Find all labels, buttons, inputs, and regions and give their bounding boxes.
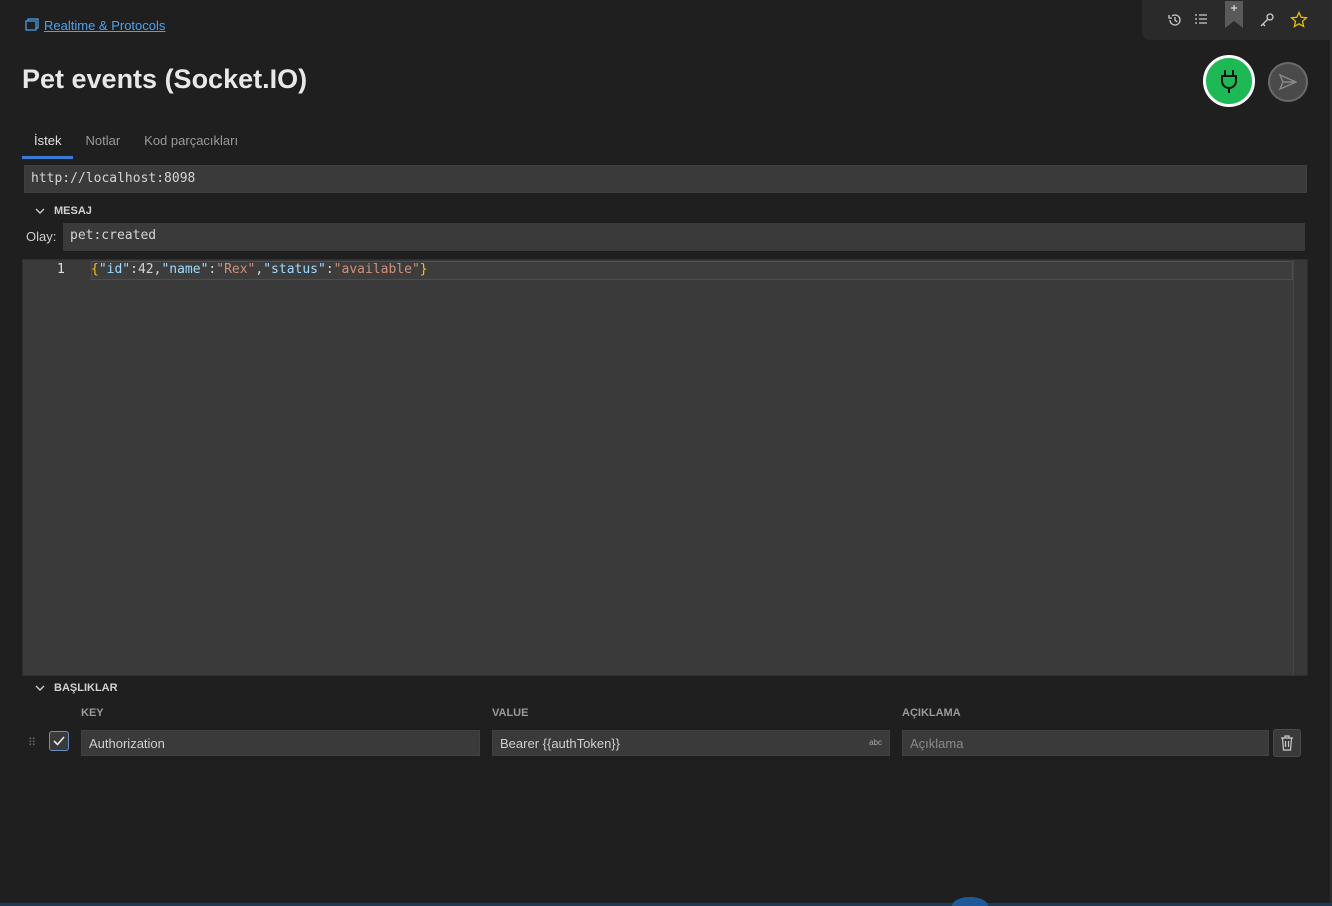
- collection-icon: [25, 18, 39, 31]
- column-header-description: AÇIKLAMA: [902, 707, 961, 719]
- message-section-toggle[interactable]: MESAJ: [34, 205, 92, 217]
- code-token: "id": [98, 262, 131, 277]
- headers-section-toggle[interactable]: BAŞLIKLAR: [34, 682, 118, 694]
- delete-header-button[interactable]: [1273, 729, 1301, 757]
- message-section-label: MESAJ: [54, 205, 92, 217]
- code-token: "available": [333, 262, 420, 277]
- status-indicator: [952, 897, 988, 906]
- code-token: {: [91, 262, 99, 277]
- breadcrumb-link[interactable]: Realtime & Protocols: [44, 18, 165, 33]
- line-number: 1: [57, 262, 65, 277]
- event-label: Olay:: [26, 229, 57, 244]
- column-header-value: VALUE: [492, 707, 529, 719]
- chevron-down-icon: [35, 208, 45, 214]
- header-enabled-checkbox[interactable]: [49, 731, 69, 751]
- code-token: "status": [263, 262, 326, 277]
- code-token: 42: [137, 262, 154, 277]
- header-description-input[interactable]: Açıklama: [902, 730, 1269, 756]
- list-icon[interactable]: [1192, 11, 1210, 29]
- star-icon[interactable]: [1290, 11, 1308, 29]
- value-type-badge[interactable]: abc: [869, 738, 882, 747]
- header-key-input[interactable]: Authorization: [81, 730, 480, 756]
- breadcrumb: Realtime & Protocols: [24, 17, 165, 33]
- code-token: "name": [161, 262, 209, 277]
- request-tabs: İstek Notlar Kod parçacıkları: [22, 127, 250, 159]
- bookmark-plus-icon[interactable]: [1224, 1, 1244, 29]
- tab-kod-parcaciklari[interactable]: Kod parçacıkları: [132, 127, 250, 159]
- chevron-down-icon: [35, 685, 45, 691]
- plug-icon: [1221, 70, 1237, 93]
- code-token: }: [419, 262, 428, 277]
- check-icon: [53, 736, 65, 746]
- header-value-input[interactable]: Bearer {{authToken}} abc: [492, 730, 890, 756]
- message-body-editor[interactable]: 1 {"id":42,"name":"Rex","status":"availa…: [22, 259, 1308, 676]
- tab-notlar[interactable]: Notlar: [73, 127, 132, 159]
- page-title: Pet events (Socket.IO): [22, 64, 308, 94]
- event-name-input[interactable]: pet:created: [63, 223, 1305, 251]
- code-token: :: [325, 262, 334, 277]
- top-toolbar: [1142, 0, 1332, 40]
- editor-scrollbar[interactable]: [1293, 260, 1307, 675]
- headers-section-label: BAŞLIKLAR: [54, 682, 118, 694]
- send-button[interactable]: [1268, 62, 1308, 102]
- tab-istek[interactable]: İstek: [22, 127, 74, 159]
- header-value-text: Bearer {{authToken}}: [500, 736, 620, 751]
- url-input[interactable]: http://localhost:8098: [24, 165, 1307, 193]
- code-token: "Rex": [216, 262, 256, 277]
- code-line: {"id":42,"name":"Rex","status":"availabl…: [91, 262, 428, 277]
- drag-handle-icon[interactable]: ⠿: [28, 736, 36, 749]
- send-icon: [1278, 73, 1298, 91]
- history-icon[interactable]: [1166, 11, 1184, 29]
- connect-button[interactable]: [1203, 55, 1255, 107]
- trash-icon: [1281, 735, 1293, 751]
- key-icon[interactable]: [1258, 11, 1276, 29]
- column-header-key: KEY: [81, 707, 104, 719]
- code-token: :: [130, 262, 138, 277]
